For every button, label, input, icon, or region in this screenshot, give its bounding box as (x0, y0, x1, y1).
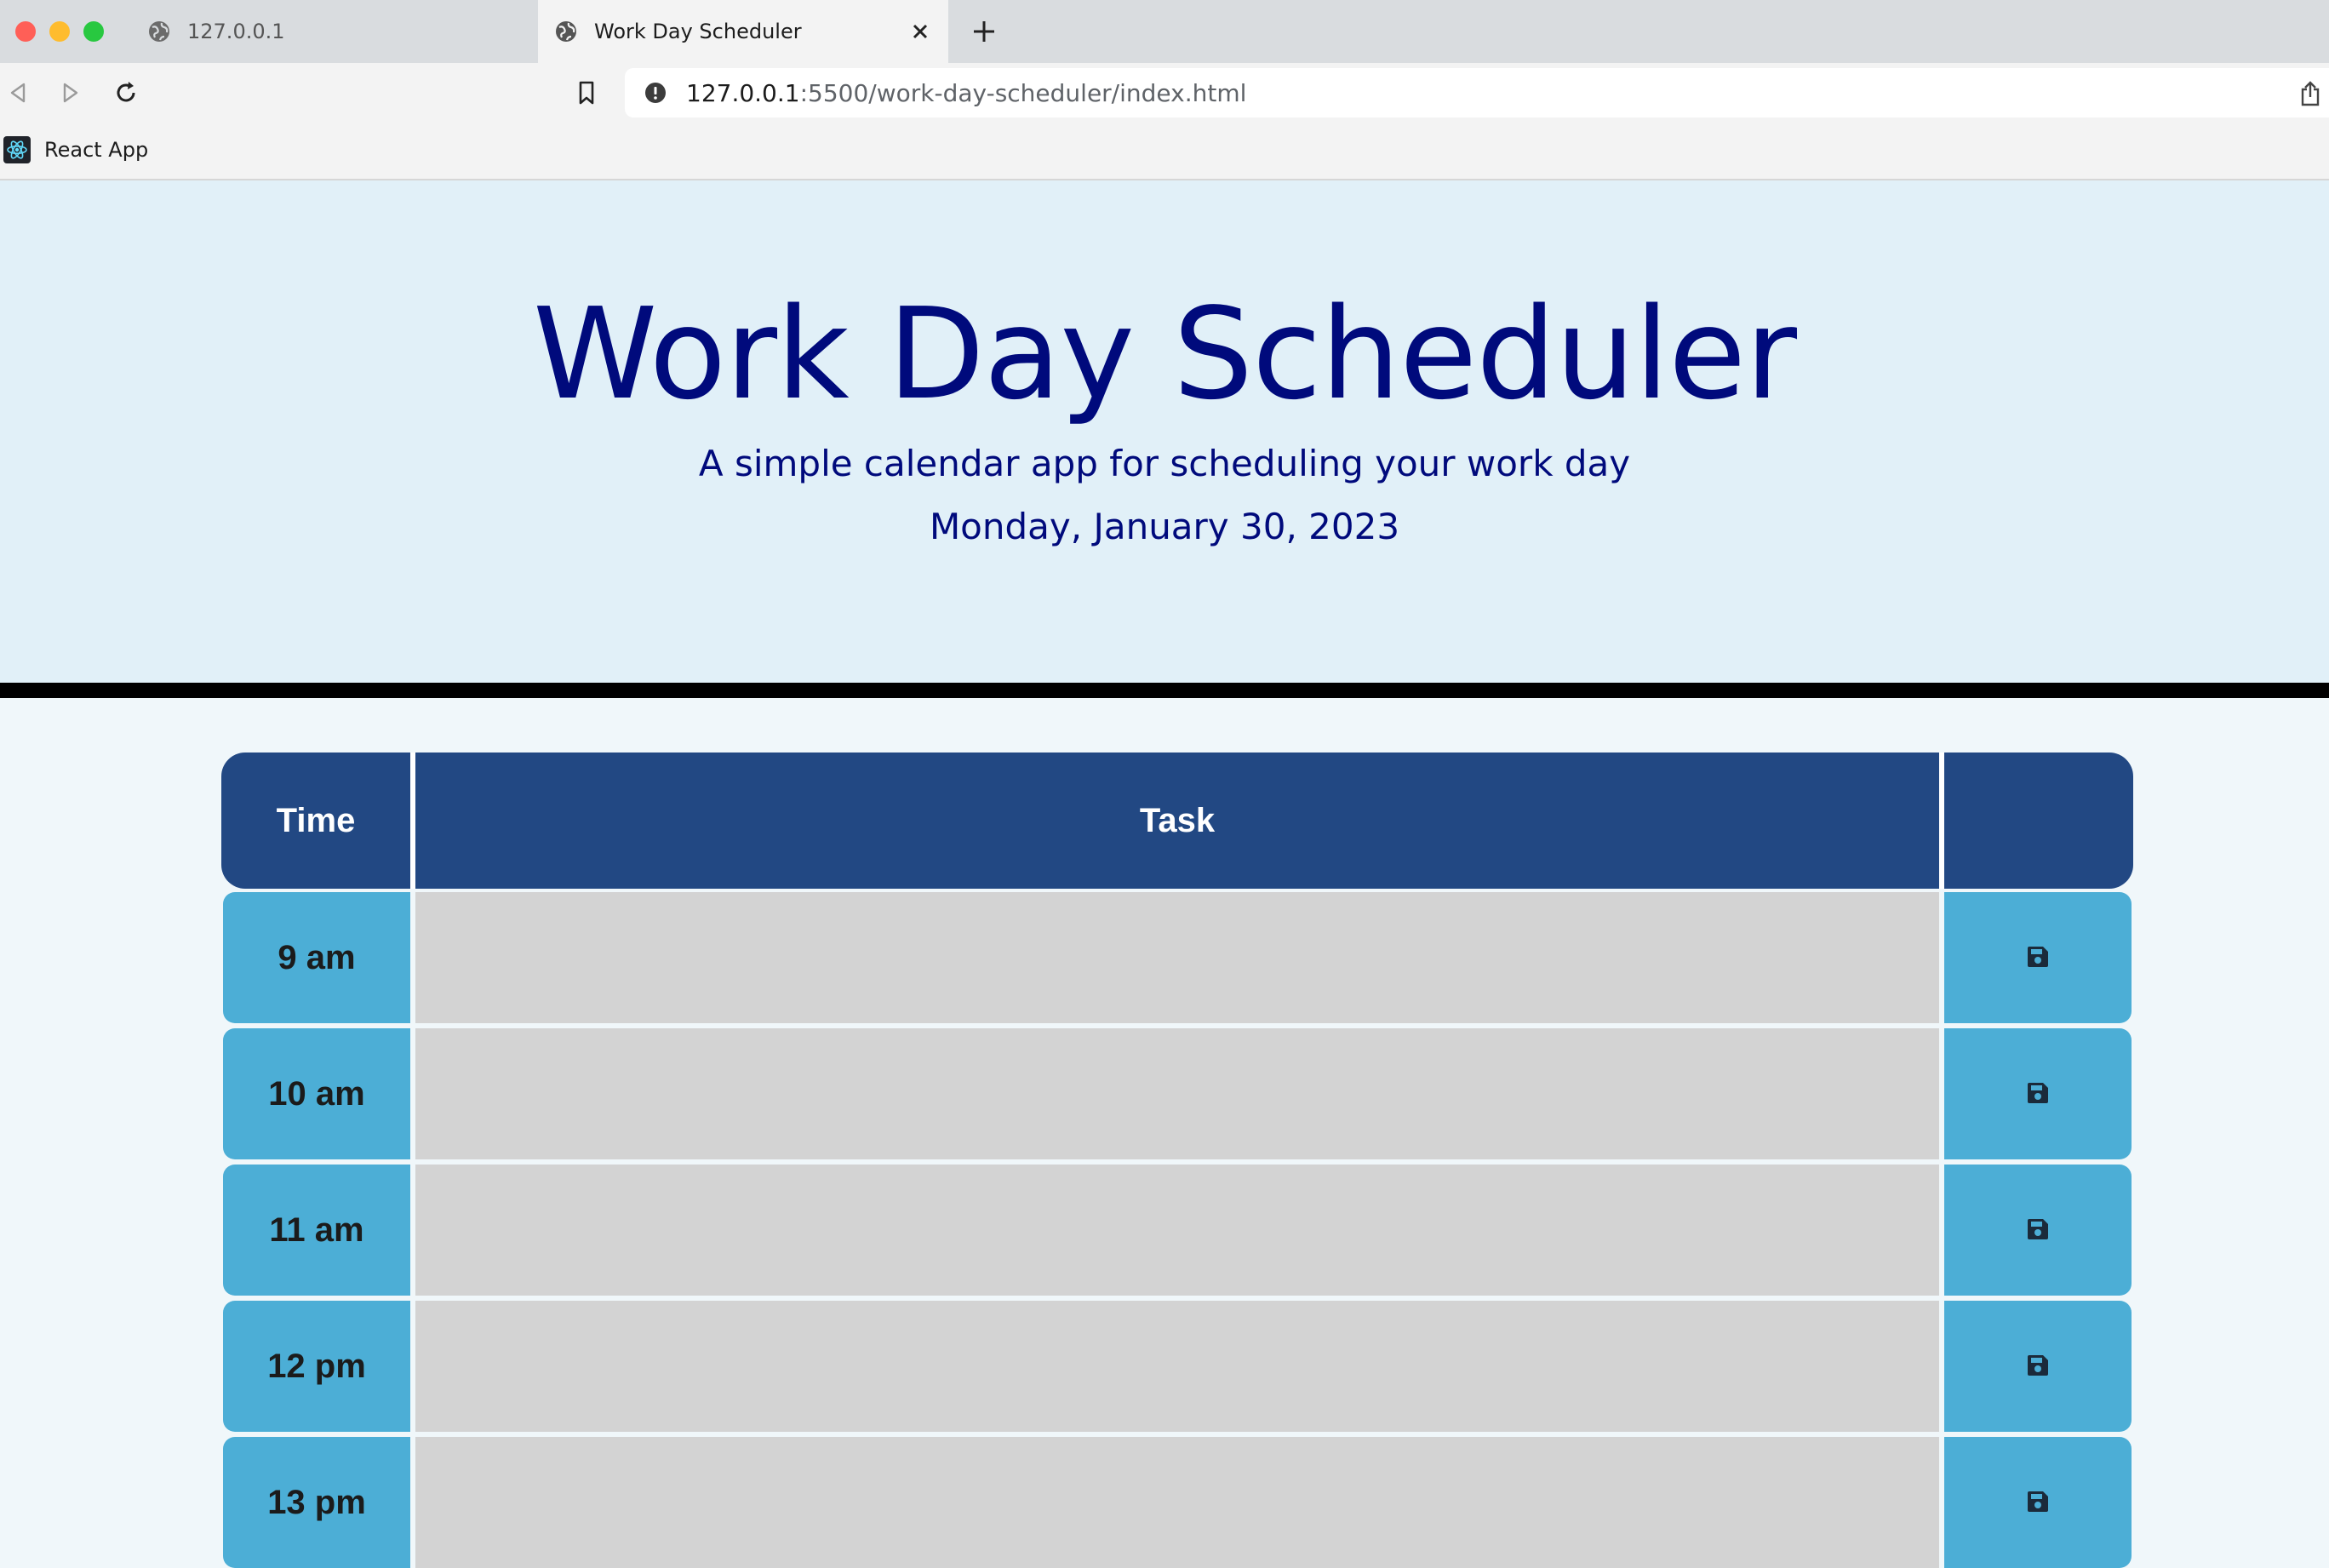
new-tab-button[interactable] (969, 16, 999, 47)
forward-icon[interactable] (53, 75, 89, 111)
bookmark-react-app[interactable]: React App (3, 134, 148, 165)
save-button[interactable] (1944, 1437, 2132, 1568)
tab-bar: 127.0.0.1 Work Day Scheduler (0, 0, 2329, 63)
time-block-row: 10 am (221, 1028, 2133, 1159)
save-icon (2025, 1216, 2051, 1245)
save-icon (2025, 1080, 2051, 1108)
column-header-task: Task (1139, 801, 1216, 839)
tab-active[interactable]: Work Day Scheduler (538, 0, 948, 63)
tab-title: Work Day Scheduler (594, 20, 802, 43)
globe-icon (553, 19, 579, 44)
page-subtitle: A simple calendar app for scheduling you… (698, 443, 1631, 484)
bookmarks-bar: React App (0, 123, 2329, 179)
column-header-time: Time (276, 801, 356, 839)
task-input[interactable] (415, 1301, 1939, 1432)
save-icon (2025, 1353, 2051, 1381)
task-input[interactable] (415, 892, 1939, 1023)
task-input[interactable] (415, 1165, 1939, 1296)
time-block-row: 11 am (221, 1165, 2133, 1296)
table-header: Time Task (221, 753, 2133, 889)
url-host: 127.0.0.1 (686, 78, 800, 107)
column-header-save (1944, 753, 2133, 889)
save-button[interactable] (1944, 1028, 2132, 1159)
hour-label: 13 pm (223, 1437, 410, 1568)
close-window-button[interactable] (15, 21, 36, 42)
hour-label: 12 pm (223, 1301, 410, 1432)
jumbotron: Work Day Scheduler A simple calendar app… (0, 180, 2329, 683)
hour-label: 9 am (223, 892, 410, 1023)
close-tab-icon[interactable] (907, 19, 933, 44)
tab-inactive[interactable]: 127.0.0.1 (143, 0, 536, 63)
react-icon (3, 136, 31, 163)
time-block-row: 13 pm (221, 1437, 2133, 1568)
time-block-row: 12 pm (221, 1301, 2133, 1432)
tab-title: 127.0.0.1 (187, 20, 285, 43)
page-title: Work Day Scheduler (532, 281, 1797, 427)
save-button[interactable] (1944, 892, 2132, 1023)
maximize-window-button[interactable] (83, 21, 104, 42)
task-input[interactable] (415, 1437, 1939, 1568)
bookmark-label: React App (44, 138, 149, 162)
navigation-bar: 127.0.0.1:5500/work-day-scheduler/index.… (0, 63, 2329, 123)
save-button[interactable] (1944, 1165, 2132, 1296)
save-button[interactable] (1944, 1301, 2132, 1432)
hour-label: 11 am (223, 1165, 410, 1296)
globe-icon (146, 19, 172, 44)
url-path: :5500/work-day-scheduler/index.html (799, 78, 1247, 107)
address-bar[interactable]: 127.0.0.1:5500/work-day-scheduler/index.… (625, 68, 2329, 117)
browser-chrome: 127.0.0.1 Work Day Scheduler 127.0.0.1:… (0, 0, 2329, 180)
info-icon[interactable] (644, 81, 667, 105)
back-icon[interactable] (0, 75, 36, 111)
save-icon (2025, 944, 2051, 972)
current-date: Monday, January 30, 2023 (929, 506, 1400, 547)
bookmark-icon[interactable] (569, 75, 604, 111)
share-icon[interactable] (2293, 77, 2327, 111)
minimize-window-button[interactable] (49, 21, 70, 42)
save-icon (2025, 1489, 2051, 1517)
time-block-row: 9 am (221, 892, 2133, 1023)
hour-label: 10 am (223, 1028, 410, 1159)
task-input[interactable] (415, 1028, 1939, 1159)
header-divider (0, 683, 2329, 698)
reload-icon[interactable] (108, 75, 144, 111)
